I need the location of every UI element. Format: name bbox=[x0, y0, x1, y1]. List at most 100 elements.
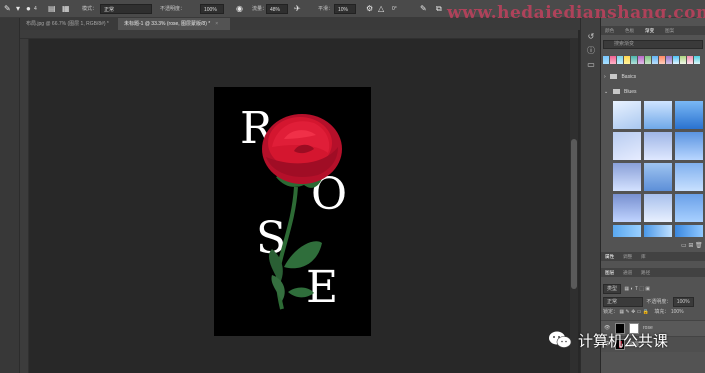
layer-opacity-label: 不透明度： bbox=[646, 299, 672, 305]
gear-icon[interactable]: ⚙ bbox=[366, 4, 373, 14]
chevron-down-icon[interactable]: ▾ bbox=[16, 4, 20, 14]
account-badge: 计算机公共课 bbox=[548, 329, 668, 351]
close-icon[interactable]: × bbox=[215, 21, 218, 27]
blend-mode-select[interactable]: 正常 bbox=[603, 297, 643, 307]
horizontal-ruler bbox=[20, 30, 578, 39]
gradient-swatch[interactable] bbox=[673, 56, 679, 64]
gradient-swatch[interactable] bbox=[675, 101, 703, 129]
lock-icons[interactable]: ▦ ✎ ✥ ▭ 🔒 bbox=[619, 309, 649, 315]
vertical-scrollbar[interactable] bbox=[570, 39, 578, 373]
gradient-swatch[interactable] bbox=[613, 225, 641, 237]
layer-tabs: 图层 通道 路径 bbox=[601, 268, 705, 277]
filter-icons[interactable]: ▦ ◐ T ⬚ ▣ bbox=[624, 286, 650, 292]
info-icon[interactable]: ⓘ bbox=[586, 46, 596, 56]
vertical-ruler bbox=[20, 39, 29, 373]
gradient-swatch[interactable] bbox=[680, 56, 686, 64]
fill-label: 填充： bbox=[654, 309, 670, 315]
flow-field[interactable]: 48% bbox=[266, 4, 288, 14]
tab-swatches[interactable]: 色板 bbox=[625, 26, 634, 35]
gradient-swatch[interactable] bbox=[631, 56, 637, 64]
tools-panel bbox=[0, 18, 20, 373]
gradient-swatch[interactable] bbox=[644, 194, 672, 222]
folder-icon bbox=[612, 89, 620, 95]
lock-label: 锁定： bbox=[603, 309, 619, 315]
gradient-search-input[interactable]: 搜索渐变 bbox=[603, 40, 703, 49]
rose-image bbox=[262, 114, 342, 310]
fill-value[interactable]: 100% bbox=[671, 309, 684, 315]
gradient-swatch[interactable] bbox=[617, 56, 623, 64]
tab-gradients[interactable]: 渐变 bbox=[645, 26, 654, 35]
symmetry-icon[interactable]: ⧉ bbox=[436, 4, 442, 14]
tab-libraries[interactable]: 库 bbox=[641, 252, 646, 261]
opacity-label: 不透明度： bbox=[160, 6, 186, 12]
tab-document-2[interactable]: 未标题-1 @ 33.3% (rose, 图层蒙版/8) * × bbox=[118, 18, 230, 30]
gradient-group-blues[interactable]: ⌄ Blues bbox=[601, 87, 705, 97]
tab-channels[interactable]: 通道 bbox=[623, 268, 632, 277]
gradient-swatch[interactable] bbox=[644, 101, 672, 129]
scrollbar-thumb[interactable] bbox=[571, 139, 577, 289]
pressure-size-icon[interactable]: ✎ bbox=[420, 4, 427, 14]
panel-tabs: 颜色 色板 渐变 图案 bbox=[601, 26, 705, 35]
gradient-swatch[interactable] bbox=[694, 56, 700, 64]
tab-color[interactable]: 颜色 bbox=[605, 26, 614, 35]
search-placeholder: 搜索渐变 bbox=[614, 41, 635, 47]
gradient-swatch[interactable] bbox=[666, 56, 672, 64]
gradient-swatch[interactable] bbox=[645, 56, 651, 64]
gradient-swatch[interactable] bbox=[603, 56, 609, 64]
options-bar: ✎ ▾ ● 4 ▤ ▦ 模式： 正常 不透明度： 100% ◉ 流量： 48% … bbox=[0, 0, 705, 23]
pressure-opacity-icon[interactable]: ◉ bbox=[236, 4, 243, 14]
history-icon[interactable]: ↺ bbox=[586, 32, 596, 42]
gradient-swatch[interactable] bbox=[644, 163, 672, 191]
opacity-field[interactable]: 100% bbox=[200, 4, 224, 14]
recent-gradients bbox=[603, 56, 703, 64]
smooth-field[interactable]: 10% bbox=[334, 4, 356, 14]
gradient-swatch[interactable] bbox=[675, 194, 703, 222]
gradient-swatch[interactable] bbox=[644, 132, 672, 160]
brush-tool-icon[interactable]: ✎ bbox=[4, 4, 11, 14]
right-panels: 颜色 色板 渐变 图案 搜索渐变 › Basics ⌄ Blues ▭ ⊞ 🗑 … bbox=[601, 18, 705, 373]
gradient-swatch[interactable] bbox=[613, 163, 641, 191]
tab-properties[interactable]: 属性 bbox=[605, 252, 614, 261]
gradient-swatch[interactable] bbox=[687, 56, 693, 64]
gradient-swatch[interactable] bbox=[659, 56, 665, 64]
layer-opacity-field[interactable]: 100% bbox=[672, 297, 694, 307]
brush-preset-icon[interactable]: ● bbox=[26, 4, 31, 14]
layer-subtabs: 属性 调整 库 bbox=[601, 252, 705, 261]
gradient-swatch[interactable] bbox=[624, 56, 630, 64]
document-canvas[interactable]: R O S E bbox=[214, 87, 371, 336]
layer-blend-row: 正常 不透明度： 100% bbox=[603, 297, 703, 307]
brush-settings-icon[interactable]: ▤ bbox=[48, 4, 56, 14]
tab-layers[interactable]: 图层 bbox=[605, 268, 614, 277]
trash-icon[interactable]: 🗑 bbox=[695, 243, 703, 249]
tab-adjustments[interactable]: 调整 bbox=[623, 252, 632, 261]
gradient-swatch[interactable] bbox=[675, 163, 703, 191]
document-tab-bar: 布局.jpg @ 66.7% (图层 1, RGB/8#) * 未标题-1 @ … bbox=[20, 18, 582, 30]
layer-filter-row: 类型 ▦ ◐ T ⬚ ▣ bbox=[603, 284, 703, 294]
gradient-swatch[interactable] bbox=[652, 56, 658, 64]
filter-select[interactable]: 类型 bbox=[603, 284, 622, 294]
gradient-swatch[interactable] bbox=[644, 225, 672, 237]
gradient-swatch[interactable] bbox=[675, 132, 703, 160]
gradient-swatch[interactable] bbox=[613, 194, 641, 222]
brush-panel-icon[interactable]: ▦ bbox=[62, 4, 70, 14]
tab-document-1[interactable]: 布局.jpg @ 66.7% (图层 1, RGB/8#) * bbox=[20, 18, 120, 30]
tab-patterns[interactable]: 图案 bbox=[665, 26, 674, 35]
gradient-swatch[interactable] bbox=[638, 56, 644, 64]
gradient-swatch[interactable] bbox=[675, 225, 703, 237]
angle-value[interactable]: 0° bbox=[392, 4, 397, 14]
new-item-icon[interactable]: ⊞ bbox=[688, 243, 693, 249]
gradient-group-basics[interactable]: › Basics bbox=[601, 72, 705, 82]
new-folder-icon[interactable]: ▭ bbox=[681, 243, 687, 249]
smooth-label: 平滑： bbox=[318, 6, 334, 12]
gradient-swatch[interactable] bbox=[613, 101, 641, 129]
mode-label: 模式： bbox=[82, 6, 98, 12]
airbrush-icon[interactable]: ✈ bbox=[294, 4, 301, 14]
tab-paths[interactable]: 路径 bbox=[641, 268, 650, 277]
mode-select[interactable]: 正常 bbox=[100, 4, 152, 14]
wechat-icon bbox=[549, 331, 572, 348]
gradient-swatch[interactable] bbox=[610, 56, 616, 64]
comment-icon[interactable]: ▭ bbox=[586, 60, 596, 70]
gradient-swatch[interactable] bbox=[613, 132, 641, 160]
tab-label: 未标题-1 @ 33.3% (rose, 图层蒙版/8) * bbox=[124, 21, 211, 27]
panel-footer-icons: ▭ ⊞ 🗑 bbox=[681, 242, 703, 250]
